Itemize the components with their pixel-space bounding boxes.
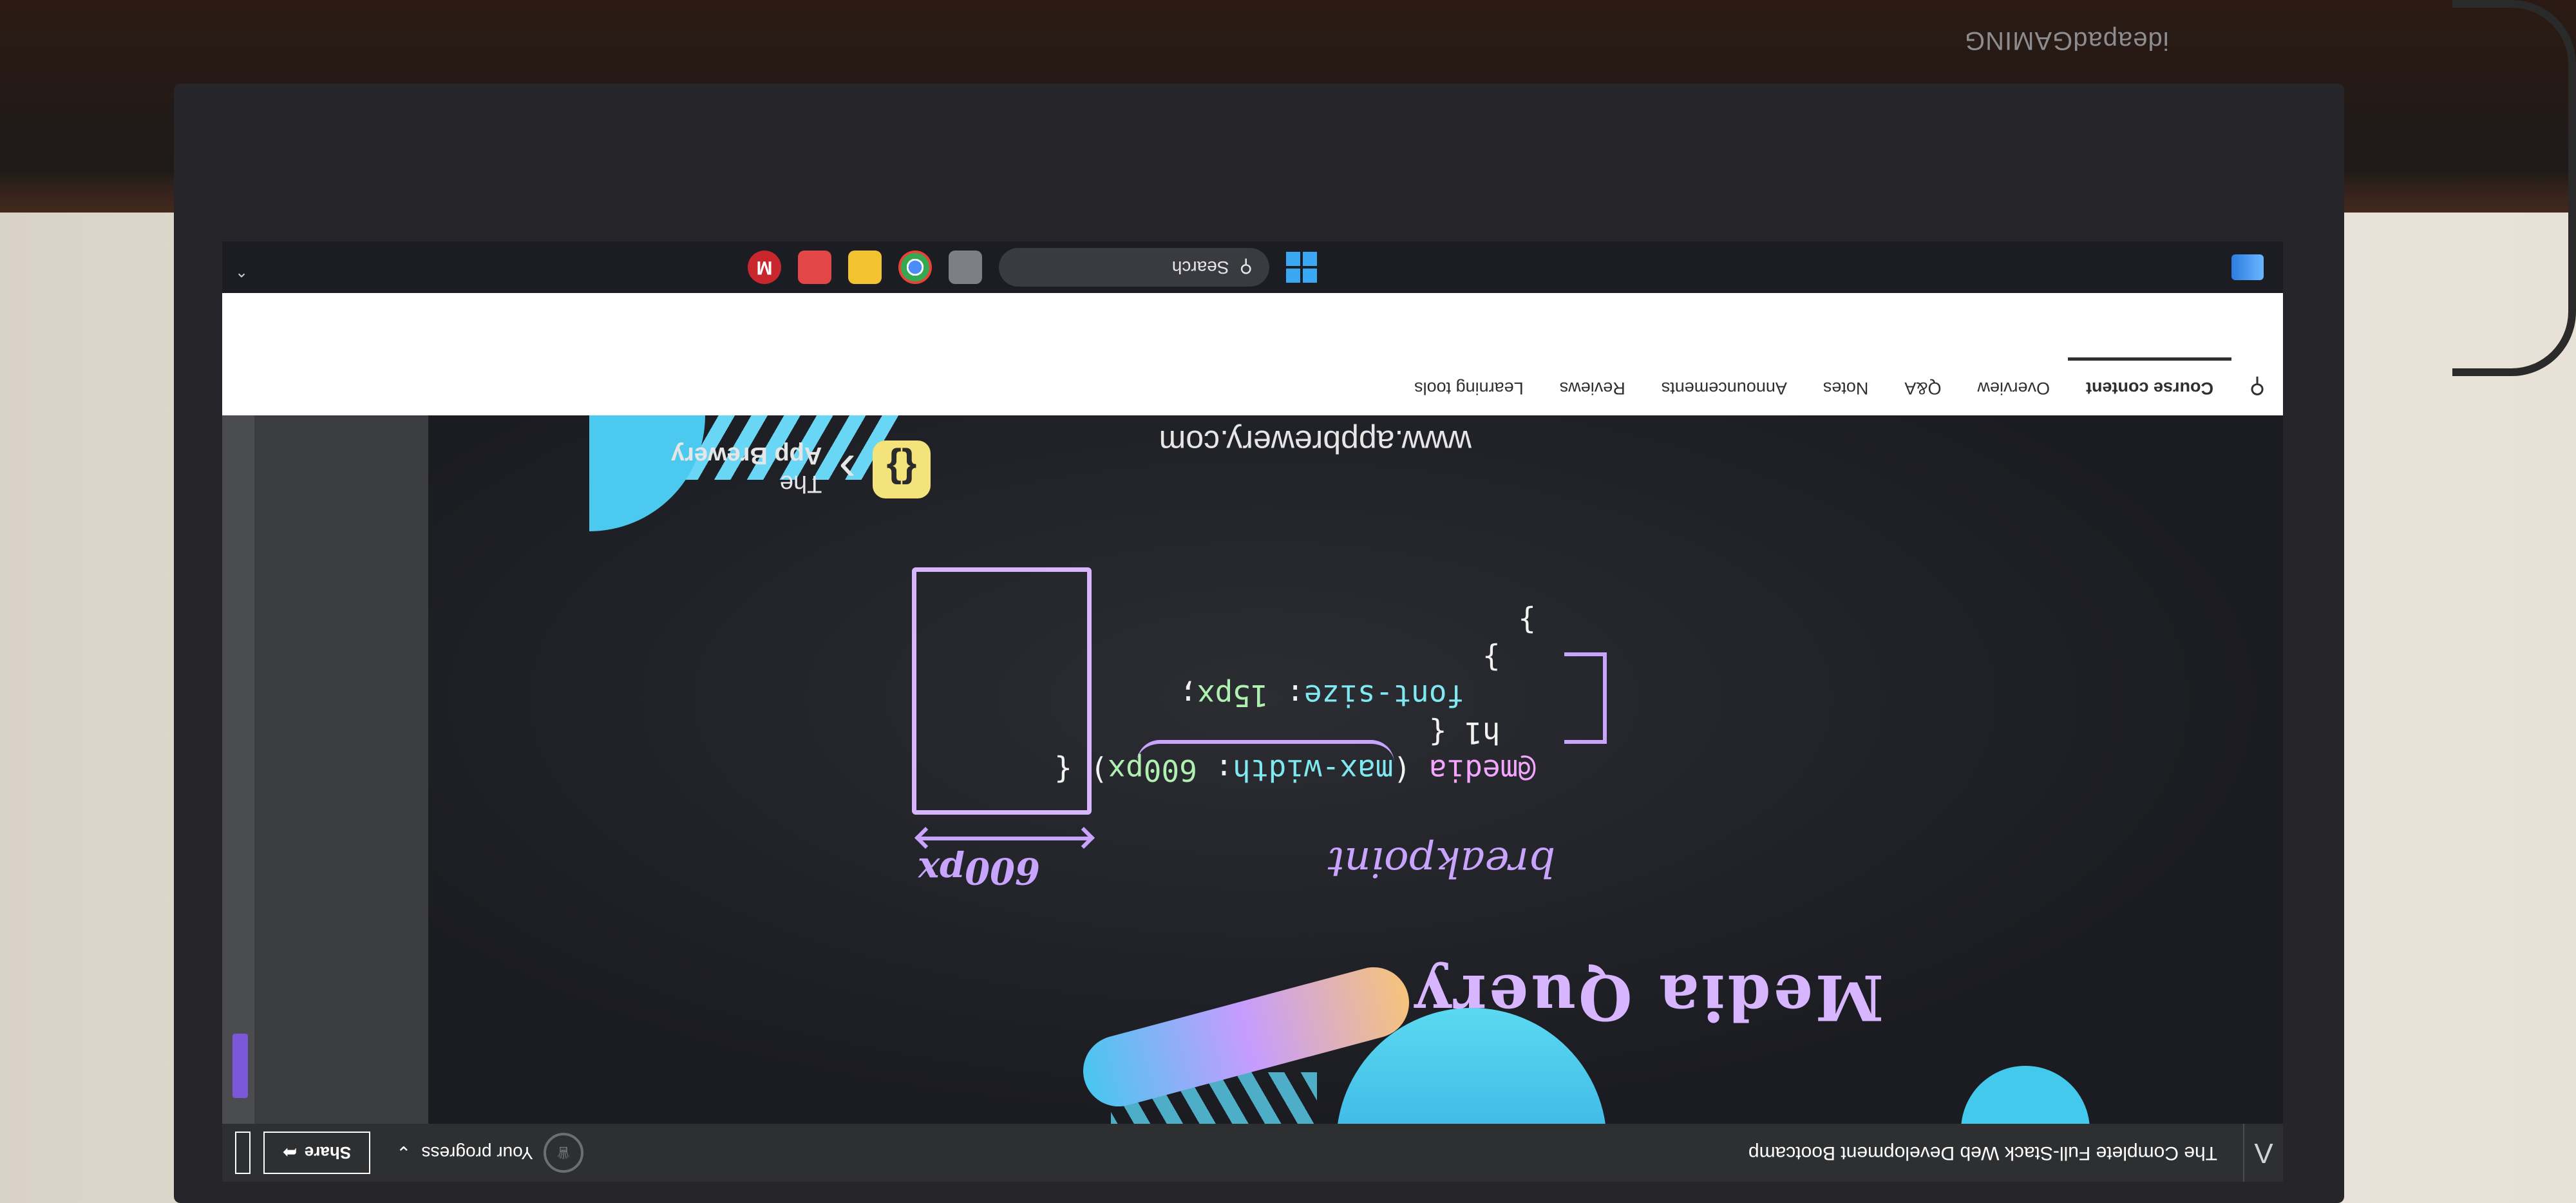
scrollbar-thumb[interactable]	[232, 1034, 248, 1098]
progress-button[interactable]: ♕ Your progress ⌄	[396, 1133, 583, 1173]
scrollbar[interactable]	[222, 415, 254, 1124]
width-annotation: 600px	[918, 849, 1040, 892]
tab-reviews[interactable]: Reviews	[1542, 357, 1643, 415]
width-arrow	[918, 837, 1092, 840]
brand-line-2: App Brewery	[670, 442, 822, 469]
more-options-button[interactable]	[235, 1132, 251, 1174]
mcafee-icon[interactable]: M	[748, 251, 781, 284]
course-title: The Complete Full-Stack Web Development …	[1748, 1142, 2217, 1164]
laptop-brand: ideapadGAMING	[1964, 26, 2169, 55]
taskbar-search-label: Search	[1171, 258, 1229, 278]
task-view-icon[interactable]	[949, 251, 982, 284]
code-token: ) {	[1054, 753, 1108, 788]
code-token: max-width	[1233, 753, 1394, 788]
code-token: 15px	[1197, 678, 1269, 713]
tab-qa[interactable]: Q&A	[1886, 357, 1959, 415]
taskbar-center: ⚲ Search M	[748, 248, 1317, 287]
game-app-icon[interactable]	[798, 251, 831, 284]
code-line: }	[1482, 641, 1536, 676]
chevron-right-icon: ›	[838, 441, 856, 498]
code-token: @media	[1428, 753, 1536, 788]
udemy-logo-icon[interactable]: Ʌ	[2243, 1124, 2283, 1182]
tab-overview[interactable]: Overview	[1959, 357, 2068, 415]
progress-label: Your progress	[421, 1143, 533, 1163]
slide-title: Media Query	[1412, 961, 1884, 1034]
file-explorer-icon[interactable]	[848, 251, 882, 284]
code-line: h1 {	[1428, 715, 1536, 750]
windows-taskbar: ⚲ Search M ⌃	[222, 242, 2283, 293]
tab-course-content[interactable]: Course content	[2067, 357, 2231, 415]
tab-notes[interactable]: Notes	[1805, 357, 1887, 415]
code-line: }	[1518, 603, 1536, 638]
windows-start-icon[interactable]	[1286, 252, 1317, 283]
brackets-logo-icon: {}	[873, 440, 931, 498]
app-brewery-logo: {} › The App Brewery	[671, 440, 931, 499]
code-snippet: @media (max-width: 600px) { h1 { font-si…	[1054, 602, 1536, 789]
code-token: 600px	[1108, 753, 1197, 788]
share-button[interactable]: Share ➦	[263, 1132, 371, 1174]
course-tabs: ⚲ Course content Overview Q&A Notes Anno…	[222, 356, 2283, 415]
laptop-screen: Ʌ The Complete Full-Stack Web Developmen…	[222, 242, 2283, 1182]
breakpoint-annotation: breakpoint	[1327, 838, 1555, 886]
tray-chevron-icon[interactable]: ⌃	[235, 261, 248, 280]
tab-learning-tools[interactable]: Learning tools	[1396, 357, 1542, 415]
tab-announcements[interactable]: Announcements	[1643, 357, 1805, 415]
code-bracket-annotation	[1564, 652, 1607, 744]
course-header: Ʌ The Complete Full-Stack Web Developmen…	[222, 1124, 2283, 1182]
search-icon: ⚲	[1239, 257, 1253, 278]
tab-content-area	[222, 293, 2283, 357]
chrome-icon[interactable]	[898, 251, 932, 284]
code-token: font-size	[1303, 678, 1536, 713]
brand-line-1: The	[779, 470, 822, 497]
chevron-down-icon: ⌄	[396, 1142, 412, 1163]
search-icon[interactable]: ⚲	[2231, 357, 2283, 415]
brand-text: The App Brewery	[671, 441, 822, 498]
trophy-icon: ♕	[543, 1133, 583, 1173]
slide-url: www.appbrewery.com	[1159, 424, 1472, 460]
code-token: (	[1393, 753, 1429, 788]
share-arrow-icon: ➦	[283, 1143, 297, 1163]
decor-wave	[1961, 1066, 2090, 1124]
code-token: :	[1197, 753, 1233, 788]
widgets-icon[interactable]	[2231, 254, 2264, 280]
code-token: ;	[1179, 678, 1197, 713]
code-token: :	[1268, 678, 1304, 713]
taskbar-search[interactable]: ⚲ Search	[999, 248, 1269, 287]
lecture-video[interactable]: Media Query breakpoint 600px @media (max…	[428, 415, 2283, 1124]
share-label: Share	[304, 1143, 352, 1163]
power-cable	[2452, 0, 2576, 376]
